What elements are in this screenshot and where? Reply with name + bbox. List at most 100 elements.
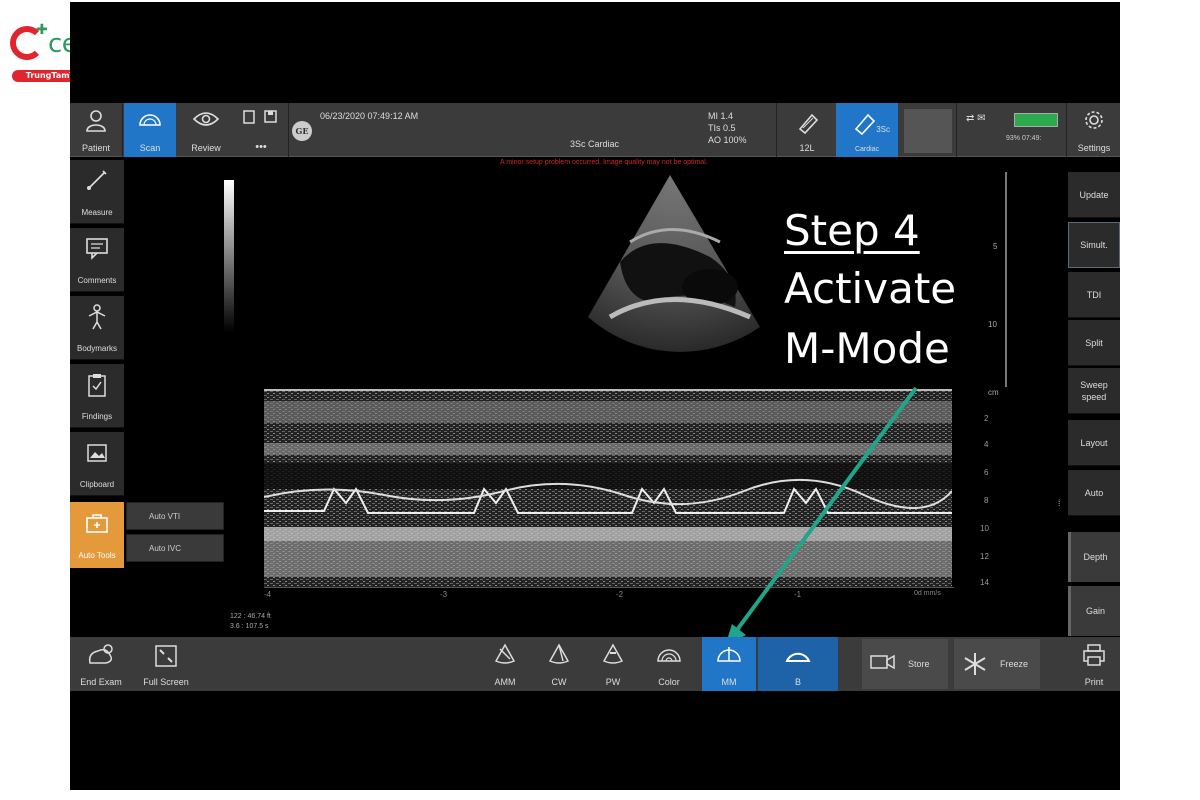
freeze-label: Freeze bbox=[1000, 659, 1029, 669]
scan-probe-icon bbox=[139, 114, 161, 126]
time-mark-4: -4 bbox=[264, 590, 272, 599]
store-button[interactable]: Store bbox=[862, 639, 948, 689]
comments-button[interactable]: Comments bbox=[70, 228, 124, 292]
clipboard-save-icon bbox=[243, 110, 277, 124]
split-label: Split bbox=[1085, 337, 1103, 348]
step-line-m-mode: M-Mode bbox=[784, 324, 950, 373]
more-tools-button[interactable]: ••• bbox=[234, 103, 288, 157]
full-screen-icon bbox=[155, 645, 177, 667]
settings-label: Settings bbox=[1077, 143, 1111, 153]
m-mode-trace bbox=[264, 389, 952, 587]
bottom-toolbar: End Exam Full Screen AMM CW PW Color MM … bbox=[70, 637, 1120, 691]
settings-button[interactable]: Settings bbox=[1068, 103, 1120, 157]
patient-button[interactable]: Patient bbox=[70, 103, 122, 157]
image-clipboard-icon bbox=[87, 444, 107, 462]
measure-button[interactable]: Measure bbox=[70, 160, 124, 224]
bodymarks-button[interactable]: Bodymarks bbox=[70, 296, 124, 360]
tdi-button[interactable]: TDI bbox=[1068, 272, 1120, 318]
pw-mode-button[interactable]: PW bbox=[588, 637, 638, 691]
freeze-button[interactable]: Freeze bbox=[954, 639, 1040, 689]
depth-mark-5: 5 bbox=[993, 242, 998, 251]
color-doppler-icon bbox=[657, 649, 681, 662]
top-toolbar: Patient Scan Review ••• GE 06/23/2020 07… bbox=[70, 103, 1120, 157]
probe-3sc-sublabel: Cardiac bbox=[854, 146, 880, 153]
amm-mode-button[interactable]: AMM bbox=[480, 637, 530, 691]
b-label: B bbox=[794, 677, 801, 687]
split-button[interactable]: Split bbox=[1068, 320, 1120, 366]
auto-tools-button[interactable]: Auto Tools bbox=[70, 502, 124, 568]
auto-vti-button[interactable]: Auto VTI bbox=[126, 502, 224, 530]
m-depth-6: 6 bbox=[984, 468, 989, 477]
color-mode-button[interactable]: Color bbox=[642, 637, 696, 691]
m-depth-2: 2 bbox=[984, 414, 989, 423]
toolbox-icon bbox=[86, 514, 108, 533]
pw-icon bbox=[602, 643, 624, 664]
probe-preset: 3Sc Cardiac bbox=[570, 139, 620, 149]
findings-button[interactable]: Findings bbox=[70, 364, 124, 428]
gain-control[interactable]: Gain bbox=[1068, 586, 1120, 636]
auto-label: Auto bbox=[1084, 487, 1104, 498]
auto-vti-label: Auto VTI bbox=[149, 512, 181, 521]
ao-value: AO 100% bbox=[708, 135, 747, 145]
simult-label: Simult. bbox=[1080, 240, 1108, 250]
depth-label: Depth bbox=[1083, 552, 1108, 562]
review-button[interactable]: Review bbox=[178, 103, 234, 157]
more-options-icon[interactable]: ⁞ bbox=[1058, 498, 1061, 508]
page: ✚ central pharmacy TrungTamThuoc.com Pat… bbox=[0, 0, 1200, 800]
auto-button[interactable]: Auto bbox=[1068, 470, 1120, 516]
simult-button[interactable]: Simult. bbox=[1068, 222, 1120, 268]
cw-mode-button[interactable]: CW bbox=[534, 637, 584, 691]
probe-12l-button[interactable]: 12L bbox=[782, 103, 832, 157]
mi-value: MI 1.4 bbox=[708, 111, 734, 121]
step-title: Step 4 bbox=[784, 206, 920, 255]
mm-label: MM bbox=[721, 677, 737, 687]
network-icon: ⇄ ✉ bbox=[966, 113, 986, 124]
comment-icon bbox=[86, 238, 108, 260]
tdi-label: TDI bbox=[1086, 289, 1102, 300]
sweep-speed-label: Sweep speed bbox=[1080, 379, 1108, 402]
full-screen-button[interactable]: Full Screen bbox=[134, 637, 198, 691]
end-exam-button[interactable]: End Exam bbox=[70, 637, 132, 691]
m-depth-8: 8 bbox=[984, 496, 989, 505]
depth-control[interactable]: Depth bbox=[1068, 532, 1120, 582]
cw-icon bbox=[548, 643, 570, 664]
scan-button[interactable]: Scan bbox=[124, 103, 176, 157]
print-button[interactable]: Print bbox=[1068, 637, 1120, 691]
time-mark-1: -1 bbox=[794, 590, 802, 599]
linear-probe-icon bbox=[798, 113, 819, 135]
depth-scale bbox=[1005, 172, 1007, 387]
empty-probe-slot[interactable] bbox=[904, 109, 952, 153]
amm-label: AMM bbox=[494, 677, 516, 687]
step-line-activate: Activate bbox=[784, 264, 957, 313]
m-depth-4: 4 bbox=[984, 440, 989, 449]
hr-line-1: 122 : 46.74 ft bbox=[230, 613, 271, 620]
probe-3sc-button[interactable]: 3Sc Cardiac bbox=[836, 103, 898, 157]
clipboard-button[interactable]: Clipboard bbox=[70, 432, 124, 496]
patient-icon bbox=[86, 110, 106, 132]
layout-button[interactable]: Layout bbox=[1068, 420, 1120, 466]
m-depth-10: 10 bbox=[980, 524, 989, 533]
bodymarks-label: Bodymarks bbox=[76, 344, 117, 353]
update-button[interactable]: Update bbox=[1068, 172, 1120, 218]
sweep-speed-button[interactable]: Sweep speed bbox=[1068, 368, 1120, 414]
review-label: Review bbox=[191, 143, 221, 153]
heart-rate-readout: 122 : 46.74 ft 3.6 : 107.5 s bbox=[230, 612, 271, 632]
color-label: Color bbox=[658, 677, 680, 687]
probe-12l-label: 12L bbox=[799, 143, 815, 153]
m-mode-icon bbox=[717, 647, 741, 662]
layout-label: Layout bbox=[1080, 437, 1108, 448]
sweep-speed-mark: 0d mm/s bbox=[914, 590, 941, 597]
battery-status: 93% 07:49: bbox=[1006, 135, 1042, 142]
update-label: Update bbox=[1079, 189, 1109, 200]
clipboard-label: Clipboard bbox=[79, 480, 115, 489]
mm-mode-button[interactable]: MM bbox=[702, 637, 756, 691]
tis-value: TIs 0.5 bbox=[708, 123, 736, 133]
hr-line-2: 3.6 : 107.5 s bbox=[230, 623, 269, 630]
b-mode-button[interactable]: B bbox=[758, 637, 838, 691]
more-dots-label: ••• bbox=[255, 141, 267, 153]
setup-warning: A minor setup problem occurred. Image qu… bbox=[500, 159, 708, 166]
auto-ivc-button[interactable]: Auto IVC bbox=[126, 534, 224, 562]
battery-icon bbox=[1014, 113, 1058, 127]
patient-label: Patient bbox=[81, 143, 111, 153]
pw-label: PW bbox=[605, 677, 621, 687]
